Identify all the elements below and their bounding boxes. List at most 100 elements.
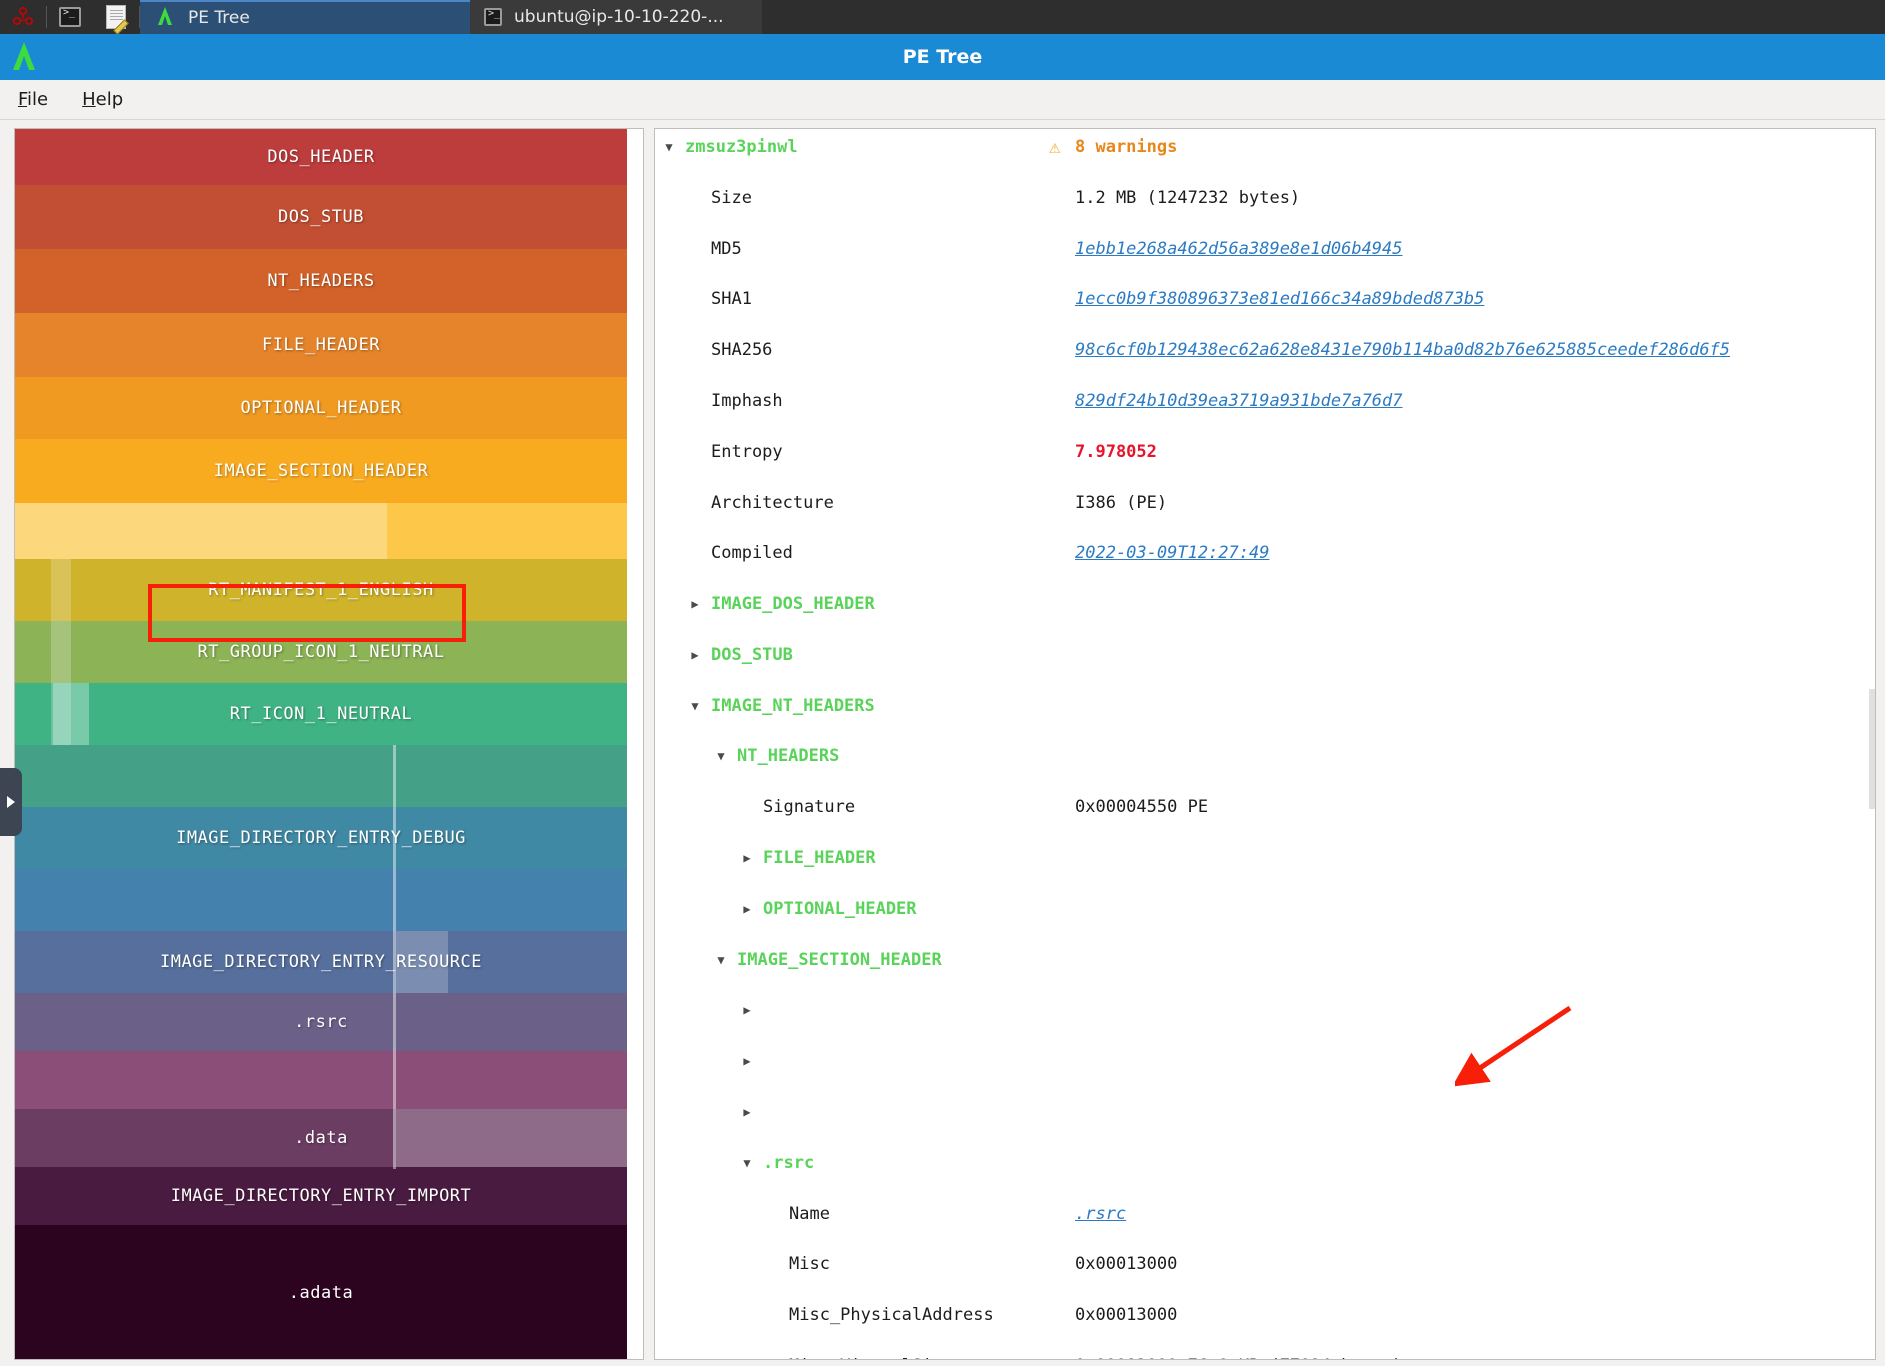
tree-row[interactable]: ▶ FILE_HEADER [655,846,1875,871]
chevron-right-icon[interactable]: ▶ [741,1100,753,1125]
tree-row[interactable]: ▶ [655,1100,1875,1125]
chevron-down-icon[interactable]: ▼ [715,948,727,973]
tree-row[interactable]: ▼ NT_HEADERS [655,744,1875,769]
tree-row[interactable]: Signature 0x00004550 PE [655,795,1875,820]
tree-scrollbar[interactable] [1869,689,1875,809]
tree-row-key: Size [711,187,752,208]
tree-row[interactable]: ▼ IMAGE_NT_HEADERS [655,694,1875,719]
tree-row-value: 0x00013000 [1075,1305,1178,1326]
tree-row-key: SHA256 [711,340,773,361]
tree-row-value[interactable]: 829df24b10d39ea3719a931bde7a76d7 [1075,389,1403,414]
tree-row-value: I386 (PE) [1075,492,1168,513]
tree-row-key: DOS_STUB [711,644,793,665]
terminal-icon[interactable] [47,0,93,34]
tree-row[interactable]: ▶ DOS_STUB [655,643,1875,668]
tree-row-value[interactable]: 1ebb1e268a462d56a389e8e1d06b4945 [1075,237,1403,262]
tree-row-key: MD5 [711,238,742,259]
treemap[interactable]: DOS_HEADER DOS_STUB NT_HEADERS FILE_HEADER O… [15,129,627,1359]
pe-tree-list[interactable]: ▼ zmsuz3pinwl ⚠ 8 warnings Size 1.2 MB (12472… [655,129,1875,1359]
tree-row[interactable]: ▶ IMAGE_DOS_HEADER [655,592,1875,617]
tree-row-value: 0x00004550 PE [1075,797,1209,818]
tree-row[interactable]: Size 1.2 MB (1247232 bytes) [655,186,1875,211]
tree-row[interactable]: ▶ [655,1049,1875,1074]
tree-row-value: 8 warnings [1075,137,1178,157]
chevron-right-icon[interactable]: ▶ [689,592,701,617]
treemap-block-file_header[interactable]: FILE_HEADER [15,313,627,377]
treemap-block-label: DOS_HEADER [267,147,375,167]
tree-row[interactable]: Imphash 829df24b10d39ea3719a931bde7a76d7 [655,389,1875,414]
treemap-block-rt_manifest_1_english[interactable]: RT_MANIFEST_1_ENGLISH [15,559,627,621]
pe-tree-icon [154,5,176,32]
chevron-down-icon[interactable]: ▼ [741,1151,753,1176]
treemap-block-unlabeled-15[interactable] [15,1051,627,1109]
tree-row[interactable]: ▶ OPTIONAL_HEADER [655,897,1875,922]
chevron-right-icon[interactable]: ▶ [689,643,701,668]
tree-row[interactable]: Entropy 7.978052 [655,440,1875,465]
treemap-panel[interactable]: DOS_HEADER DOS_STUB NT_HEADERS FILE_HEADER O… [14,128,644,1360]
treemap-subblock-a [15,503,387,559]
taskbar-task-terminal[interactable]: ubuntu@ip-10-10-220-... [470,0,762,34]
treemap-subblock-c [53,683,89,745]
main-area: DOS_HEADER DOS_STUB NT_HEADERS FILE_HEADER O… [0,120,1885,1366]
tree-row-value[interactable]: 2022-03-09T12:27:49 [1075,541,1269,566]
treemap-block-.rsrc[interactable]: .rsrc [15,993,627,1051]
tree-row[interactable]: SHA256 98c6cf0b129438ec62a628e8431e790b11… [655,338,1875,363]
chevron-down-icon[interactable]: ▼ [663,135,675,160]
treemap-block-image_directory_entry_debug[interactable]: IMAGE_DIRECTORY_ENTRY_DEBUG [15,807,627,869]
chevron-down-icon[interactable]: ▼ [689,694,701,719]
treemap-block-label: FILE_HEADER [261,335,381,355]
tree-row-key: Misc_PhysicalAddress [789,1305,994,1326]
ubuntu-logo-icon[interactable] [0,0,46,34]
tree-row-key: Misc_VirtualSize [789,1354,953,1359]
pe-tree-panel[interactable]: ▼ zmsuz3pinwl ⚠ 8 warnings Size 1.2 MB (12472… [654,128,1876,1360]
tree-row-key: Signature [763,797,856,818]
tree-row-key: FILE_HEADER [763,848,876,869]
treemap-block-rt_icon_1_neutral[interactable]: RT_ICON_1_NEUTRAL [15,683,627,745]
chevron-right-icon[interactable]: ▶ [741,1049,753,1074]
treemap-block-image_directory_entry_import[interactable]: IMAGE_DIRECTORY_ENTRY_IMPORT [15,1167,627,1225]
tree-row-value: 1.2 MB (1247232 bytes) [1075,187,1301,208]
tree-row-key: Entropy [711,441,783,462]
taskbar-task-pe-tree[interactable]: PE Tree [140,0,470,34]
sidebar-drawer-handle[interactable] [0,768,22,836]
treemap-block-rt_group_icon_1_neutral[interactable]: RT_GROUP_ICON_1_NEUTRAL [15,621,627,683]
text-editor-icon[interactable] [93,0,139,34]
treemap-block-unlabeled-10[interactable] [15,745,627,807]
treemap-block-label: .data [294,1128,348,1148]
treemap-block-optional_header[interactable]: OPTIONAL_HEADER [15,377,627,439]
treemap-block-unlabeled-12[interactable] [15,869,627,931]
treemap-block-nt_headers[interactable]: NT_HEADERS [15,249,627,313]
panel-splitter[interactable] [646,128,654,1360]
tree-row[interactable]: Misc 0x00013000 [655,1252,1875,1277]
treemap-block-dos_header[interactable]: DOS_HEADER [15,129,627,185]
tree-row[interactable]: Architecture I386 (PE) [655,491,1875,516]
treemap-block-dos_stub[interactable]: DOS_STUB [15,185,627,249]
chevron-right-icon[interactable]: ▶ [741,998,753,1023]
tree-row-key: IMAGE_NT_HEADERS [711,695,875,716]
tree-row[interactable]: Compiled 2022-03-09T12:27:49 [655,541,1875,566]
menu-file[interactable]: File [14,87,52,112]
tree-row[interactable]: SHA1 1ecc0b9f380896373e81ed166c34a89bded8… [655,287,1875,312]
treemap-block-.adata[interactable]: .adata [15,1225,627,1359]
treemap-block-label: RT_GROUP_ICON_1_NEUTRAL [197,642,445,662]
tree-row-value[interactable]: 1ecc0b9f380896373e81ed166c34a89bded873b5 [1075,287,1484,312]
warning-icon: ⚠ [1049,136,1061,158]
menu-help[interactable]: Help [78,87,127,112]
tree-row[interactable]: ▼ .rsrc [655,1151,1875,1176]
chevron-down-icon[interactable]: ▼ [715,744,727,769]
tree-row[interactable]: ▼ zmsuz3pinwl ⚠ 8 warnings [655,135,1875,160]
tree-row[interactable]: Misc_VirtualSize 0x00013000 76.0 KB (7782… [655,1354,1875,1359]
treemap-block-image_section_header[interactable]: IMAGE_SECTION_HEADER [15,439,627,503]
tree-row[interactable]: Name .rsrc [655,1202,1875,1227]
tree-row-value[interactable]: .rsrc [1075,1202,1126,1227]
tree-row-key: zmsuz3pinwl [685,137,798,157]
tree-row[interactable]: ▼ IMAGE_SECTION_HEADER [655,948,1875,973]
tree-row[interactable]: Misc_PhysicalAddress 0x00013000 [655,1303,1875,1328]
tree-row[interactable]: ▶ [655,998,1875,1023]
treemap-block-label: RT_ICON_1_NEUTRAL [229,704,413,724]
chevron-right-icon[interactable]: ▶ [741,897,753,922]
treemap-block-image_directory_entry_resource[interactable]: IMAGE_DIRECTORY_ENTRY_RESOURCE [15,931,627,993]
chevron-right-icon[interactable]: ▶ [741,846,753,871]
tree-row[interactable]: MD5 1ebb1e268a462d56a389e8e1d06b4945 [655,237,1875,262]
tree-row-value[interactable]: 98c6cf0b129438ec62a628e8431e790b114ba0d8… [1075,338,1730,363]
